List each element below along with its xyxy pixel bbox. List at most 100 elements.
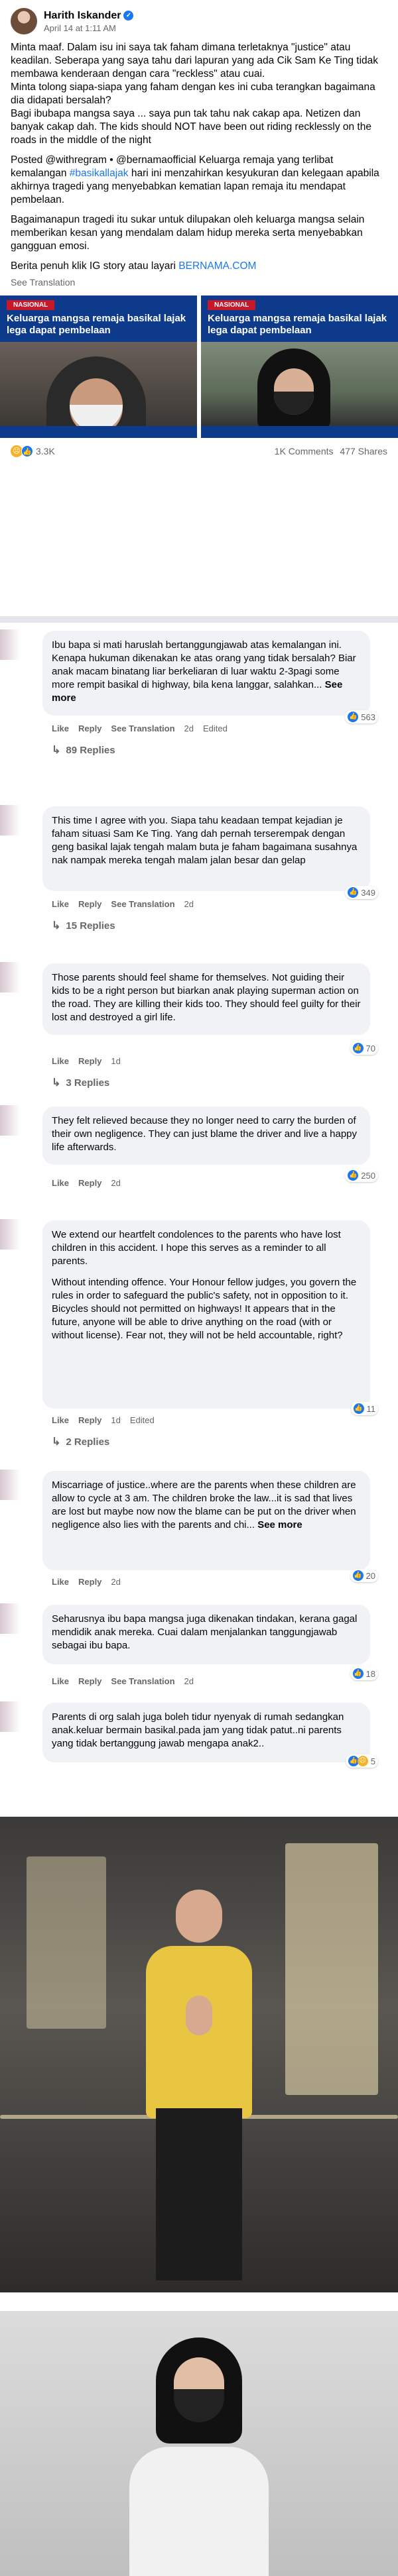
like-reaction-icon: 👍	[353, 1403, 364, 1414]
blurred-avatar	[0, 1603, 20, 1634]
post-image-left[interactable]: NASIONAL Keluarga mangsa remaja basikal …	[0, 295, 197, 438]
sad-reaction-icon: ☹	[357, 1756, 368, 1766]
reaction-count-badge[interactable]: 👍 ☹ 5	[345, 1754, 378, 1768]
view-replies-button[interactable]: ↳ 3 Replies	[52, 1076, 109, 1089]
like-button[interactable]: Like	[52, 899, 69, 909]
comment-reaction-count: 18	[365, 1668, 375, 1679]
reaction-count-badge[interactable]: 👍 18	[350, 1667, 378, 1680]
like-button[interactable]: Like	[52, 1577, 69, 1587]
reaction-count-badge[interactable]: 👍 349	[345, 886, 378, 899]
edited-label: Edited	[129, 1415, 155, 1425]
comment-age[interactable]: 2d	[184, 1676, 194, 1686]
reaction-count-badge[interactable]: 👍 20	[350, 1569, 378, 1582]
reply-button[interactable]: Reply	[78, 724, 101, 733]
author-line: Harith Iskander ✓	[44, 10, 134, 22]
reply-arrow-icon: ↳	[52, 920, 61, 932]
blurred-avatar	[0, 1470, 20, 1500]
shares-count[interactable]: 477 Shares	[340, 446, 387, 456]
comment-actions: Like Reply See Translation 2d	[52, 1676, 194, 1686]
replies-count: 89 Replies	[66, 744, 115, 756]
reaction-summary[interactable]: ☹ 👍 3.3K	[11, 445, 55, 457]
like-button[interactable]: Like	[52, 1415, 69, 1425]
reaction-count-badge[interactable]: 👍 250	[345, 1169, 378, 1182]
comment-text: They felt relieved because they no longe…	[52, 1115, 357, 1153]
image-gap	[0, 2292, 398, 2311]
comment-text: Ibu bapa si mati haruslah bertanggungjaw…	[52, 639, 356, 690]
view-replies-button[interactable]: ↳ 15 Replies	[52, 919, 115, 932]
post-paragraph: Bagi ibubapa mangsa saya ... saya pun ta…	[11, 108, 371, 146]
hashtag-link[interactable]: #basikallajak	[70, 168, 129, 179]
like-button[interactable]: Like	[52, 724, 69, 733]
card-title: Keluarga mangsa remaja basikal lajak leg…	[7, 313, 186, 336]
reply-button[interactable]: Reply	[78, 1676, 101, 1686]
see-more-link[interactable]: See more	[257, 1519, 302, 1530]
like-button[interactable]: Like	[52, 1178, 69, 1188]
man-photo[interactable]	[0, 1817, 398, 2292]
reply-button[interactable]: Reply	[78, 1178, 101, 1188]
like-reaction-icon: 👍	[348, 712, 359, 722]
comment-age[interactable]: 2d	[184, 899, 194, 909]
post-stats: ☹ 👍 3.3K 1K Comments 477 Shares	[11, 438, 387, 464]
comment-age[interactable]: 2d	[111, 1577, 120, 1587]
reaction-count-badge[interactable]: 👍 70	[350, 1042, 378, 1055]
reaction-count: 3.3K	[36, 446, 55, 456]
reply-button[interactable]: Reply	[78, 899, 101, 909]
comment-bubble: Seharusnya ibu bapa mangsa juga dikenaka…	[42, 1605, 370, 1664]
reaction-count-badge[interactable]: 👍 11	[350, 1402, 378, 1415]
section-divider	[0, 616, 398, 623]
view-replies-button[interactable]: ↳ 2 Replies	[52, 1435, 109, 1448]
girl-photo	[201, 342, 398, 428]
comment-age[interactable]: 2d	[184, 724, 194, 733]
see-translation-link[interactable]: See Translation	[11, 277, 387, 288]
like-button[interactable]: Like	[52, 1676, 69, 1686]
comment-actions: Like Reply 1d	[52, 1056, 121, 1066]
reply-button[interactable]: Reply	[78, 1056, 101, 1066]
reaction-count-badge[interactable]: 👍 563	[345, 710, 378, 724]
reply-button[interactable]: Reply	[78, 1415, 101, 1425]
comment-text: Parents di org salah juga boleh tidur ny…	[52, 1711, 344, 1749]
post-body: Minta maaf. Dalam isu ini saya tak faham…	[11, 41, 387, 273]
facebook-post: Harith Iskander ✓ April 14 at 1:11 AM Mi…	[0, 0, 398, 464]
comment-reaction-count: 20	[365, 1570, 375, 1581]
verified-icon: ✓	[123, 11, 134, 21]
like-reaction-icon: 👍	[348, 887, 359, 898]
blurred-avatar	[0, 1701, 20, 1732]
edited-label: Edited	[202, 724, 228, 733]
comment-bubble: Ibu bapa si mati haruslah bertanggungjaw…	[42, 631, 370, 716]
post-images: NASIONAL Keluarga mangsa remaja basikal …	[0, 295, 398, 438]
reply-button[interactable]: Reply	[78, 1577, 101, 1587]
see-translation-button[interactable]: See Translation	[111, 1676, 174, 1686]
comments-count[interactable]: 1K Comments	[275, 446, 334, 456]
woman-photo	[0, 342, 197, 438]
comment-age[interactable]: 1d	[111, 1415, 120, 1425]
post-header: Harith Iskander ✓ April 14 at 1:11 AM	[11, 0, 387, 40]
post-paragraph: Minta tolong siapa-siapa yang faham deng…	[11, 81, 375, 106]
comment-age[interactable]: 2d	[111, 1178, 120, 1188]
comment-text: Those parents should feel shame for them…	[52, 972, 361, 1023]
bernama-link[interactable]: BERNAMA.COM	[178, 260, 256, 272]
card-header: NASIONAL Keluarga mangsa remaja basikal …	[0, 295, 197, 342]
post-paragraph-posted: Posted @withregram • @bernamaofficial Ke…	[11, 154, 387, 207]
comment-bubble: Those parents should feel shame for them…	[42, 963, 370, 1035]
comment-actions: Like Reply See Translation 2d Edited	[52, 724, 228, 733]
author-name[interactable]: Harith Iskander	[44, 10, 121, 22]
post-image-right[interactable]: NASIONAL Keluarga mangsa remaja basikal …	[201, 295, 398, 438]
comment-bubble: This time I agree with you. Siapa tahu k…	[42, 806, 370, 891]
post-paragraph: Minta maaf. Dalam isu ini saya tak faham…	[11, 42, 379, 80]
card-footer	[0, 426, 197, 438]
card-footer	[201, 426, 398, 438]
comment-text: Miscarriage of justice..where are the pa…	[52, 1479, 356, 1530]
comment-age[interactable]: 1d	[111, 1056, 120, 1066]
girl-photo[interactable]	[0, 2311, 398, 2576]
replies-count: 2 Replies	[66, 1436, 110, 1448]
comment-reaction-count: 11	[366, 1403, 376, 1414]
comment-actions: Like Reply 2d	[52, 1577, 121, 1587]
page: Harith Iskander ✓ April 14 at 1:11 AM Mi…	[0, 0, 398, 2576]
replies-count: 3 Replies	[66, 1077, 110, 1089]
author-avatar[interactable]	[11, 8, 37, 34]
like-button[interactable]: Like	[52, 1056, 69, 1066]
see-translation-button[interactable]: See Translation	[111, 724, 174, 733]
post-time[interactable]: April 14 at 1:11 AM	[44, 23, 133, 33]
see-translation-button[interactable]: See Translation	[111, 899, 174, 909]
view-replies-button[interactable]: ↳ 89 Replies	[52, 743, 115, 757]
